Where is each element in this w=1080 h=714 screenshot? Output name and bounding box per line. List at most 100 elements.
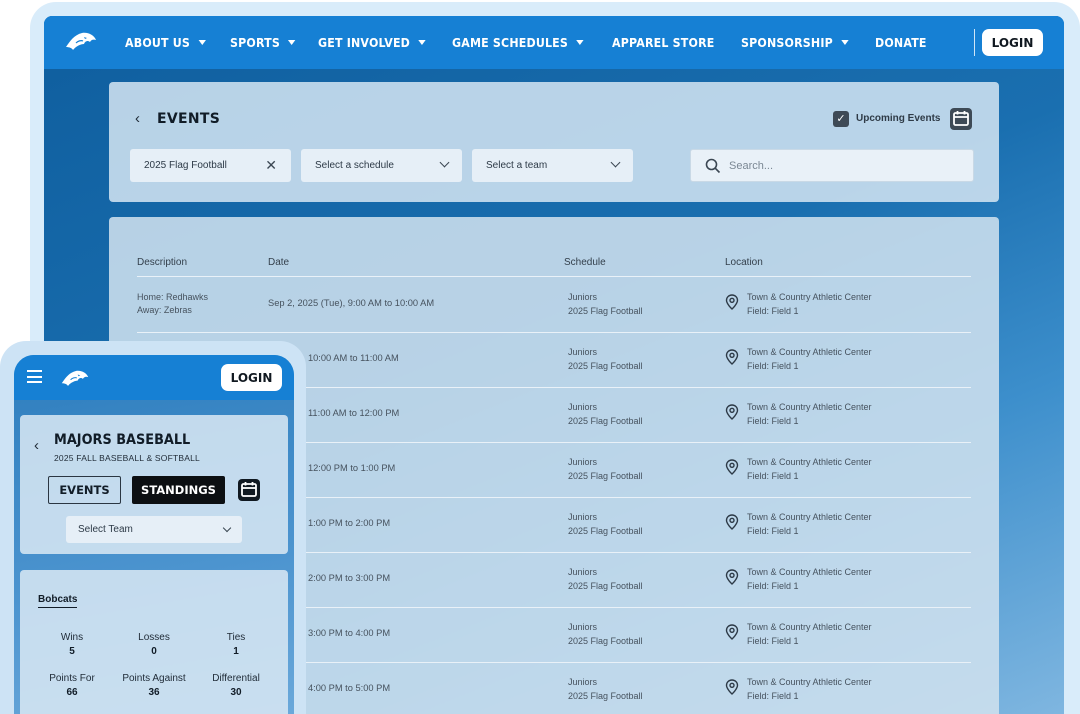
event-location-venue[interactable]: Town & Country Athletic Center [747, 400, 872, 414]
tab-events[interactable]: EVENTS [48, 476, 121, 504]
back-arrow-icon[interactable]: ‹ [135, 110, 140, 127]
team-name[interactable]: Bobcats [38, 594, 78, 608]
close-icon[interactable]: ✕ [265, 157, 277, 174]
back-arrow-icon[interactable]: ‹ [34, 437, 39, 454]
stat-points-for: Points For 66 [27, 673, 117, 698]
program-filter-value: 2025 Flag Football [144, 160, 227, 171]
event-date: Sep 2, 2025 (Tue), 9:00 AM to 10:00 AM [268, 298, 435, 308]
event-away-team: Away: Zebras [137, 305, 192, 315]
team-select[interactable]: Select a team [472, 149, 633, 182]
event-location-venue[interactable]: Town & Country Athletic Center [747, 290, 872, 304]
event-location-field: Field: Field 1 [747, 471, 799, 481]
team-select-placeholder: Select a team [486, 160, 548, 171]
stat-points-against: Points Against 36 [109, 673, 199, 698]
search-icon [705, 158, 721, 173]
upcoming-events-checkbox[interactable]: ✓ [833, 111, 849, 127]
hamburger-menu-icon[interactable] [27, 370, 42, 383]
schedule-select[interactable]: Select a schedule [301, 149, 462, 182]
nav-item-label: SPORTS [229, 35, 280, 50]
event-location-venue[interactable]: Town & Country Athletic Center [747, 345, 872, 359]
event-location-venue[interactable]: Town & Country Athletic Center [747, 565, 872, 579]
event-schedule-program: 2025 Flag Football [568, 471, 643, 481]
event-schedule-division: Juniors [568, 402, 598, 412]
column-header-location[interactable]: Location [725, 257, 763, 268]
stat-label: Losses [138, 632, 170, 643]
nav-item-sponsorship[interactable]: SPONSORSHIP [741, 36, 849, 50]
location-pin-icon[interactable] [725, 569, 739, 585]
column-header-schedule[interactable]: Schedule [564, 257, 606, 268]
stat-value: 30 [230, 687, 242, 698]
event-location-venue[interactable]: Town & Country Athletic Center [747, 510, 872, 524]
event-location-venue[interactable]: Town & Country Athletic Center [747, 455, 872, 469]
location-pin-icon[interactable] [725, 459, 739, 475]
nav-item-apparel-store[interactable]: APPAREL STORE [612, 36, 714, 50]
event-schedule-program: 2025 Flag Football [568, 416, 643, 426]
chevron-down-icon [439, 157, 450, 168]
event-schedule-program: 2025 Flag Football [568, 691, 643, 701]
nav-item-sports[interactable]: SPORTS [230, 36, 296, 50]
nav-menu: ABOUT US SPORTS GET INVOLVED GAME SCHEDULES… [125, 16, 948, 69]
event-schedule-program: 2025 Flag Football [568, 636, 643, 646]
search-input[interactable] [729, 159, 959, 172]
location-pin-icon[interactable] [725, 349, 739, 365]
location-pin-icon[interactable] [725, 514, 739, 530]
stat-value: 66 [66, 687, 78, 698]
chevron-down-icon [288, 40, 296, 45]
team-select-placeholder: Select Team [78, 524, 133, 535]
event-schedule-division: Juniors [568, 512, 598, 522]
nav-item-label: GAME SCHEDULES [452, 35, 569, 50]
calendar-icon[interactable] [949, 107, 973, 131]
nav-item-game-schedules[interactable]: GAME SCHEDULES [452, 36, 584, 50]
calendar-icon[interactable] [237, 478, 261, 502]
location-pin-icon[interactable] [725, 679, 739, 695]
nav-item-label: ABOUT US [125, 35, 191, 50]
event-schedule-program: 2025 Flag Football [568, 361, 643, 371]
stat-losses: Losses 0 [109, 632, 199, 657]
stat-ties: Ties 1 [191, 632, 281, 657]
chevron-down-icon [610, 157, 621, 168]
stat-value: 5 [69, 646, 75, 657]
chevron-down-icon [222, 523, 232, 533]
stat-label: Points Against [122, 673, 186, 684]
nav-item-get-involved[interactable]: GET INVOLVED [318, 36, 426, 50]
event-location-venue[interactable]: Town & Country Athletic Center [747, 620, 872, 634]
column-header-date[interactable]: Date [268, 257, 289, 268]
bobcat-logo-icon[interactable] [60, 367, 90, 389]
event-location-field: Field: Field 1 [747, 581, 799, 591]
nav-item-donate[interactable]: DONATE [875, 36, 927, 50]
upcoming-events-label: Upcoming Events [856, 113, 941, 124]
nav-item-label: GET INVOLVED [318, 35, 411, 50]
location-pin-icon[interactable] [725, 404, 739, 420]
stat-label: Ties [226, 632, 246, 643]
stat-value: 0 [151, 646, 157, 657]
program-filter[interactable]: 2025 Flag Football ✕ [130, 149, 291, 182]
event-home-team: Home: Redhawks [137, 292, 209, 302]
nav-item-about-us[interactable]: ABOUT US [125, 36, 206, 50]
event-schedule-division: Juniors [568, 677, 598, 687]
team-select[interactable]: Select Team [66, 516, 242, 543]
column-header-description[interactable]: Description [137, 257, 187, 268]
bobcat-logo-icon[interactable] [64, 29, 98, 53]
login-button[interactable]: LOGIN [982, 29, 1043, 56]
location-pin-icon[interactable] [725, 624, 739, 640]
location-pin-icon[interactable] [725, 294, 739, 310]
chevron-down-icon [840, 40, 849, 45]
stat-label: Differential [212, 673, 260, 684]
event-schedule-division: Juniors [568, 347, 598, 357]
stat-label: Wins [60, 632, 84, 643]
event-location-field: Field: Field 1 [747, 636, 799, 646]
event-schedule-program: 2025 Flag Football [568, 581, 643, 591]
tab-standings[interactable]: STANDINGS [132, 476, 225, 504]
chevron-down-icon [418, 40, 426, 45]
row-divider [137, 332, 971, 333]
event-location-venue[interactable]: Town & Country Athletic Center [747, 675, 872, 689]
event-location-field: Field: Field 1 [747, 306, 799, 316]
header-divider [137, 276, 971, 277]
search-field[interactable] [690, 149, 974, 182]
event-location-field: Field: Field 1 [747, 361, 799, 371]
event-location-field: Field: Field 1 [747, 691, 799, 701]
mobile-login-button[interactable]: LOGIN [221, 364, 282, 391]
chevron-down-icon [576, 40, 584, 45]
stat-value: 36 [148, 687, 160, 698]
event-schedule-division: Juniors [568, 567, 598, 577]
